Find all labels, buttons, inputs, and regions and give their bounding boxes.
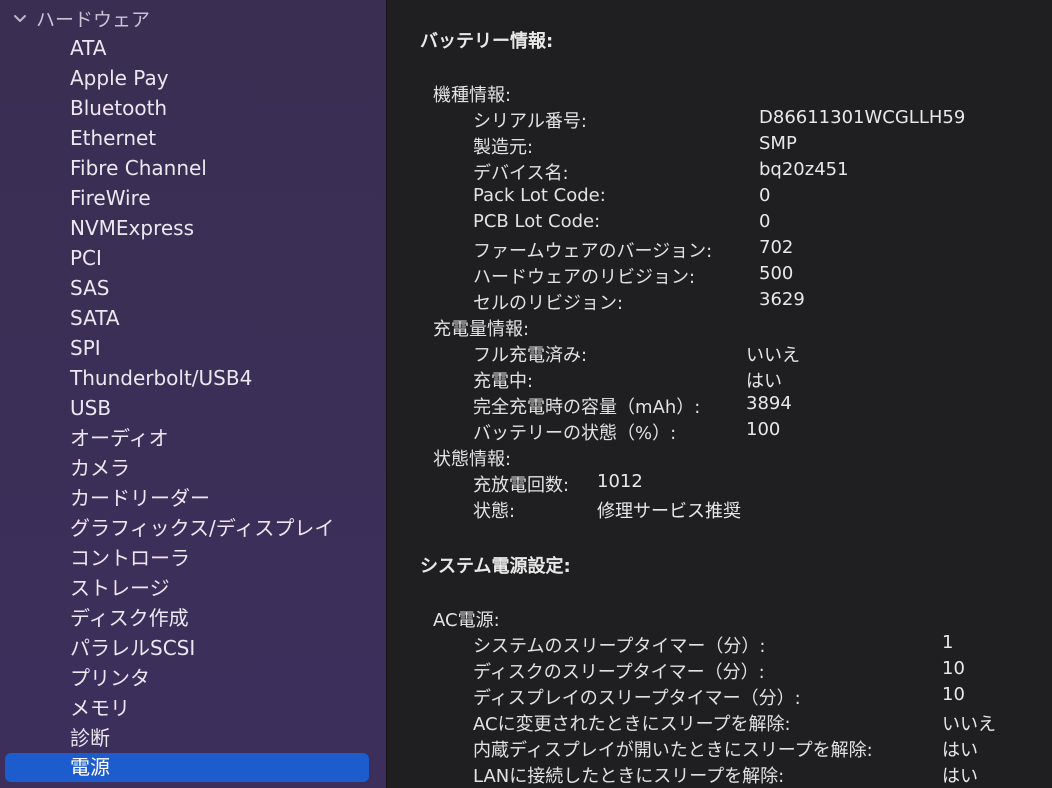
info-value: はい	[746, 371, 782, 392]
info-value: いいえ	[746, 345, 800, 366]
info-label: 状態:	[473, 501, 516, 522]
info-value: D86611301WCGLLH59	[759, 107, 966, 128]
info-value: 1012	[597, 471, 643, 492]
info-label: ファームウェアのバージョン:	[473, 241, 713, 262]
sidebar-item-thunderbolt-usb4[interactable]: Thunderbolt/USB4	[0, 363, 387, 393]
sidebar-item-power[interactable]: 電源	[5, 753, 369, 782]
info-value: bq20z451	[759, 159, 849, 180]
info-value: はい	[942, 766, 978, 787]
sidebar-item-camera[interactable]: カメラ	[0, 453, 387, 483]
sidebar-item-bluetooth[interactable]: Bluetooth	[0, 93, 387, 123]
info-label: ディスプレイのスリープタイマー（分）:	[473, 688, 801, 709]
info-label: 製造元:	[473, 137, 534, 158]
info-label: ACに変更されたときにスリープを解除:	[473, 714, 791, 735]
info-value: 3629	[759, 289, 805, 310]
health-info-heading: 状態情報:	[433, 449, 512, 470]
sidebar-item-diagnostics[interactable]: 診断	[0, 723, 387, 753]
info-label: Pack Lot Code:	[473, 185, 606, 206]
sidebar-item-controller[interactable]: コントローラ	[0, 543, 387, 573]
detail-pane: バッテリー情報: 機種情報: シリアル番号: D86611301WCGLLH59…	[388, 0, 1052, 788]
sidebar-item-parallel-scsi[interactable]: パラレルSCSI	[0, 633, 387, 663]
info-value: 修理サービス推奨	[597, 501, 741, 522]
sidebar-item-audio[interactable]: オーディオ	[0, 423, 387, 453]
info-label: 完全充電時の容量（mAh）:	[473, 397, 701, 418]
sidebar-list: ATA Apple Pay Bluetooth Ethernet Fibre C…	[0, 33, 387, 782]
battery-info-title: バッテリー情報:	[420, 31, 554, 52]
info-label: シリアル番号:	[473, 111, 587, 132]
sidebar-item-sas[interactable]: SAS	[0, 273, 387, 303]
sidebar-item-printers[interactable]: プリンタ	[0, 663, 387, 693]
sidebar-item-pci[interactable]: PCI	[0, 243, 387, 273]
sidebar-item-nvmexpress[interactable]: NVMExpress	[0, 213, 387, 243]
info-value: 1	[942, 632, 954, 653]
info-value: SMP	[759, 133, 797, 154]
info-label: 充放電回数:	[473, 475, 570, 496]
sidebar-item-firewire[interactable]: FireWire	[0, 183, 387, 213]
info-value: 3894	[746, 393, 792, 414]
info-label: セルのリビジョン:	[473, 293, 624, 314]
info-value: はい	[942, 740, 978, 761]
info-value: 0	[759, 211, 771, 232]
sidebar-item-ethernet[interactable]: Ethernet	[0, 123, 387, 153]
sidebar-item-graphics-display[interactable]: グラフィックス/ディスプレイ	[0, 513, 387, 543]
sidebar-item-memory[interactable]: メモリ	[0, 693, 387, 723]
sidebar-item-ata[interactable]: ATA	[0, 33, 387, 63]
ac-power-heading: AC電源:	[433, 610, 500, 631]
info-value: いいえ	[942, 714, 996, 735]
info-label: ディスクのスリープタイマー（分）:	[473, 662, 765, 683]
info-value: 500	[759, 263, 794, 284]
info-value: 100	[746, 419, 781, 440]
info-label: フル充電済み:	[473, 345, 588, 366]
chevron-down-icon[interactable]	[12, 10, 28, 26]
sidebar-item-spi[interactable]: SPI	[0, 333, 387, 363]
sidebar-item-storage[interactable]: ストレージ	[0, 573, 387, 603]
power-settings-title: システム電源設定:	[420, 556, 571, 577]
info-value: 0	[759, 185, 771, 206]
info-label: 充電中:	[473, 371, 534, 392]
info-value: 10	[942, 658, 965, 679]
info-value: 10	[942, 684, 965, 705]
info-label: バッテリーの状態（%）:	[473, 423, 677, 444]
sidebar-item-disc-burning[interactable]: ディスク作成	[0, 603, 387, 633]
info-label: ハードウェアのリビジョン:	[473, 267, 696, 288]
sidebar-item-card-reader[interactable]: カードリーダー	[0, 483, 387, 513]
info-label: 内蔵ディスプレイが開いたときにスリープを解除:	[473, 740, 873, 761]
charge-info-heading: 充電量情報:	[433, 319, 530, 340]
info-label: PCB Lot Code:	[473, 211, 601, 232]
info-label: デバイス名:	[473, 163, 569, 184]
sidebar-item-sata[interactable]: SATA	[0, 303, 387, 333]
sidebar-group-hardware[interactable]: ハードウェア	[12, 5, 150, 31]
info-value: 702	[759, 237, 794, 258]
model-info-heading: 機種情報:	[433, 85, 512, 106]
sidebar-item-fibre-channel[interactable]: Fibre Channel	[0, 153, 387, 183]
sidebar-item-usb[interactable]: USB	[0, 393, 387, 423]
info-label: システムのスリープタイマー（分）:	[473, 636, 766, 657]
sidebar-group-label: ハードウェア	[36, 8, 151, 31]
sidebar: ハードウェア ATA Apple Pay Bluetooth Ethernet …	[0, 0, 387, 788]
sidebar-item-apple-pay[interactable]: Apple Pay	[0, 63, 387, 93]
info-label: LANに接続したときにスリープを解除:	[473, 766, 785, 787]
